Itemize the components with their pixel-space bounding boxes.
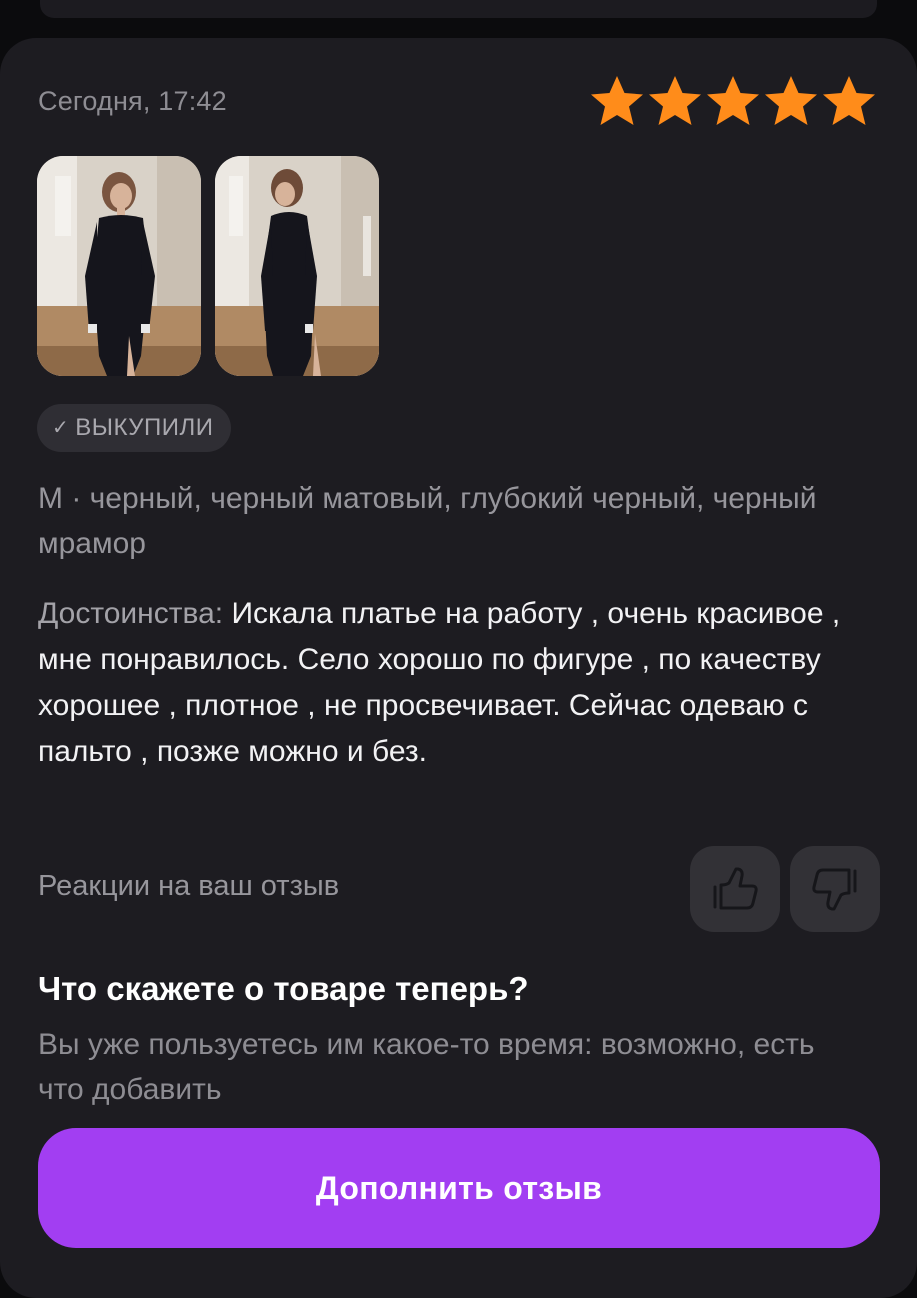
purchased-badge-label: ВЫКУПИЛИ (75, 414, 214, 441)
star-icon (591, 76, 643, 125)
previous-card-edge (40, 0, 877, 18)
review-photo-1[interactable] (37, 156, 201, 376)
dislike-button[interactable] (790, 846, 880, 932)
star-icon (707, 76, 759, 125)
like-button[interactable] (690, 846, 780, 932)
top-strip (0, 0, 917, 20)
thumbs-up-icon (713, 867, 758, 910)
purchased-badge: ✓ ВЫКУПИЛИ (37, 404, 231, 452)
prompt-text: Вы уже пользуетесь им какое-то время: во… (38, 1028, 815, 1106)
product-variant: М · черный, черный матовый, глубокий чер… (38, 482, 817, 560)
check-icon: ✓ (52, 417, 70, 439)
pros-label: Достоинства: (38, 597, 224, 630)
star-icon (765, 76, 817, 125)
add-to-review-button[interactable]: Дополнить отзыв (38, 1128, 880, 1248)
review-date: Сегодня, 17:42 (38, 86, 227, 116)
thumbs-down-icon (812, 868, 857, 911)
star-icon (823, 76, 875, 125)
star-icon (649, 76, 701, 125)
review-text: Достоинства: Искала платье на работу , о… (38, 591, 858, 775)
reactions-label: Реакции на ваш отзыв (38, 870, 340, 902)
prompt-title: Что скажете о товаре теперь? (38, 970, 529, 1007)
review-photo-2[interactable] (215, 156, 379, 376)
rating-stars (588, 72, 878, 130)
